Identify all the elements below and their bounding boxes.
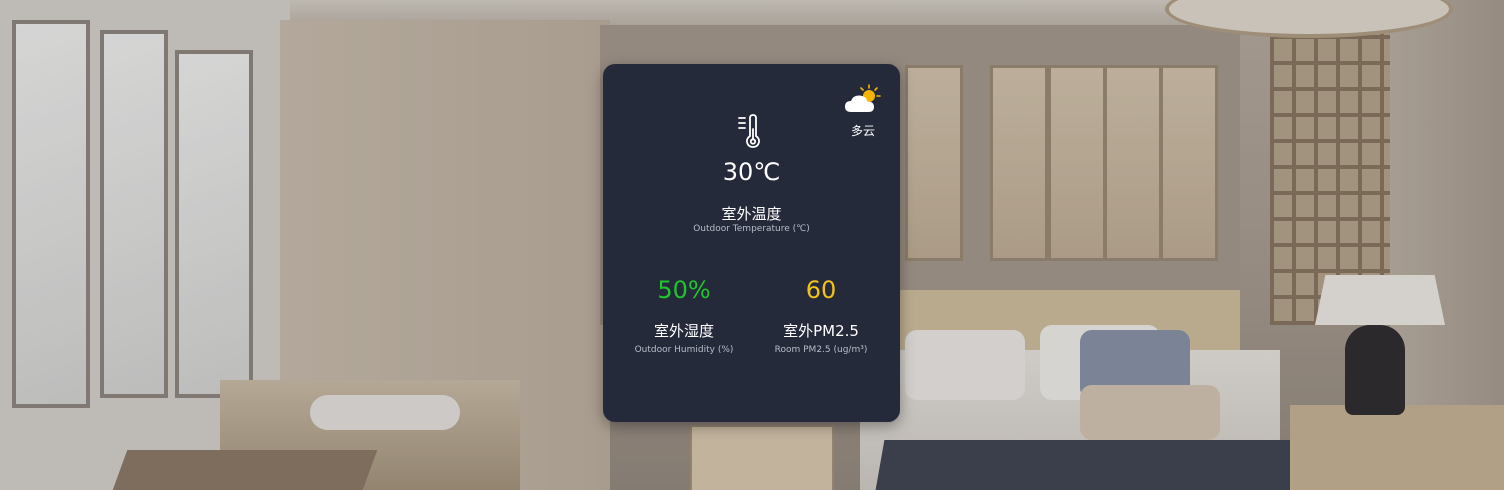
pm25-label: 室外PM2.5 <box>783 322 859 340</box>
weather-condition-label: 多云 <box>850 124 875 138</box>
outdoor-temperature-value: 30℃ <box>722 158 781 186</box>
pm25-metric: 60 室外PM2.5 Room PM2.5 (ug/m³) <box>746 276 896 355</box>
pm25-sublabel: Room PM2.5 (ug/m³) <box>774 345 868 355</box>
outdoor-humidity-sublabel: Outdoor Humidity (%) <box>634 345 734 355</box>
weather-status: 多云 <box>841 82 885 139</box>
outdoor-humidity-metric: 50% 室外湿度 Outdoor Humidity (%) <box>609 276 759 355</box>
outdoor-humidity-label: 室外湿度 <box>653 322 714 340</box>
partly-cloudy-icon <box>845 84 881 112</box>
thermometer-icon <box>738 114 760 148</box>
outdoor-temperature-sublabel: Outdoor Temperature (℃) <box>693 224 810 234</box>
outdoor-humidity-value: 50% <box>657 276 711 304</box>
weather-card: 多云 30℃ 室外温度 Outdoor Temperature (℃) 50% … <box>603 64 900 422</box>
pm25-value: 60 <box>805 276 837 304</box>
outdoor-temperature-label: 室外温度 <box>721 205 782 223</box>
